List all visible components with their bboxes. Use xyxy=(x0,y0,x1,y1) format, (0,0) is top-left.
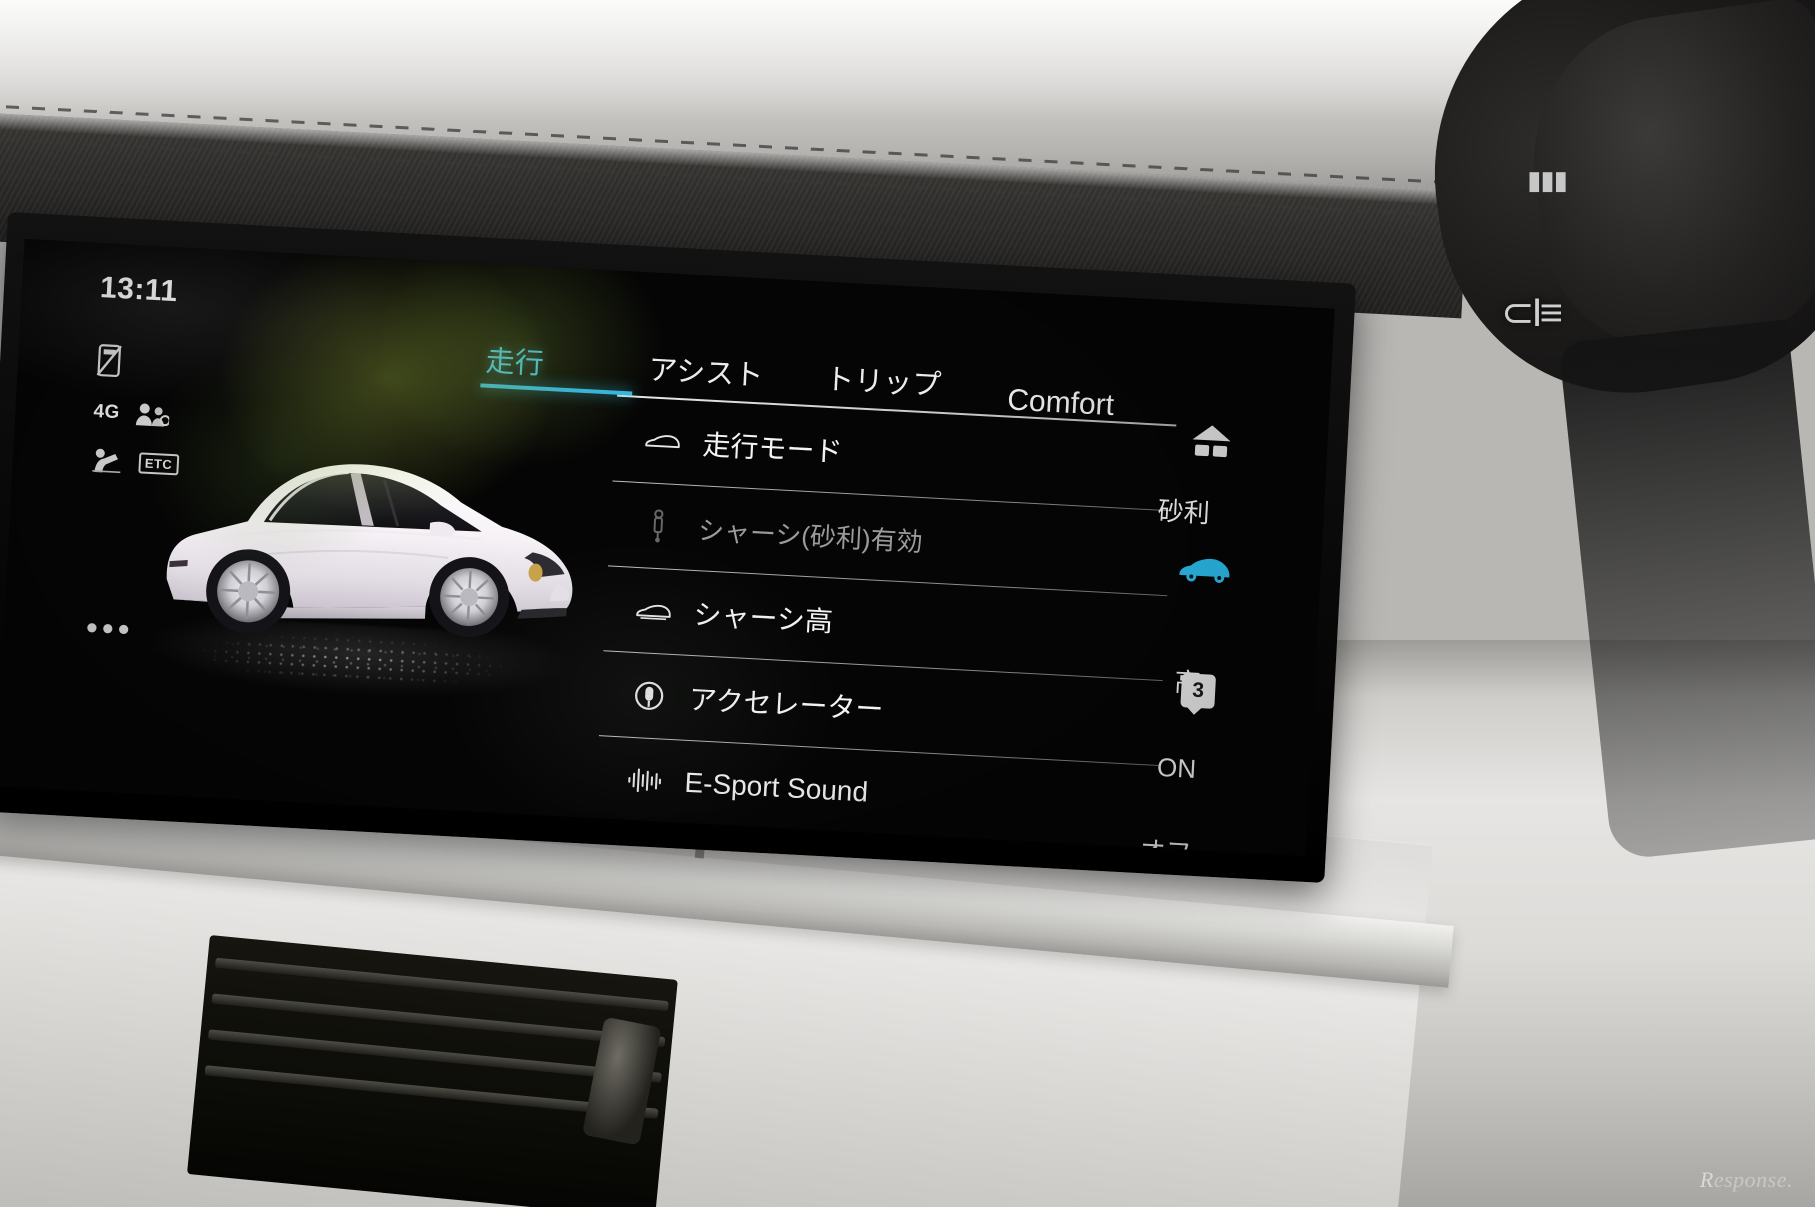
tab-assist[interactable]: アシスト xyxy=(648,346,765,394)
tab-trip[interactable]: トリップ xyxy=(824,356,942,404)
watermark-prefix: R xyxy=(1699,1167,1714,1192)
more-options-icon[interactable]: ••• xyxy=(85,609,135,649)
list-item-label: シャーシ(砂利)有効 xyxy=(697,514,924,557)
status-row-network: 4G xyxy=(93,399,244,433)
list-item-label: 走行モード xyxy=(701,429,844,468)
status-rail[interactable]: 3 xyxy=(1165,421,1241,795)
car-height-icon xyxy=(635,599,672,623)
status-row-phone xyxy=(95,343,247,385)
rail-item-vehicle[interactable] xyxy=(1176,552,1234,590)
screenshot-root: ▮▮▮ ⊂I≡ 13:11 4G ETC ••• 走行 アシスト トリップ Co… xyxy=(0,0,1815,1207)
etc-icon: ETC xyxy=(138,451,179,475)
network-4g-label: 4G xyxy=(92,400,121,424)
status-icon-group: 4G ETC xyxy=(90,343,247,481)
sound-wave-icon xyxy=(626,766,663,796)
list-item-label: E-Sport Sound xyxy=(683,766,869,808)
seatbelt-icon xyxy=(90,447,123,475)
notification-count-badge: 3 xyxy=(1180,673,1217,709)
display-screen[interactable]: 13:11 4G ETC ••• 走行 アシスト トリップ Comfort 走行… xyxy=(0,238,1335,856)
tab-comfort[interactable]: Comfort xyxy=(1006,383,1115,423)
rail-item-home[interactable] xyxy=(1182,421,1240,469)
air-vent xyxy=(186,935,678,1207)
pedal-icon xyxy=(630,679,668,713)
steering-wheel-button-top[interactable]: ▮▮▮ xyxy=(1527,165,1568,196)
shock-absorber-icon xyxy=(639,508,677,544)
headlight-control-icon[interactable]: ⊂I≡ xyxy=(1501,290,1563,336)
rail-item-notifications[interactable]: 3 xyxy=(1169,673,1227,710)
status-column: 13:11 4G ETC xyxy=(89,271,251,503)
tab-driving[interactable]: 走行 xyxy=(485,338,545,383)
list-item-label: シャーシ高 xyxy=(692,599,834,638)
infotainment-display[interactable]: 13:11 4G ETC ••• 走行 アシスト トリップ Comfort 走行… xyxy=(0,212,1357,883)
status-row-seatbelt-etc: ETC xyxy=(90,447,241,481)
watermark-text: esponse. xyxy=(1713,1167,1793,1192)
settings-list[interactable]: 走行モード 砂利 シャーシ(砂利)有効 シャーシ高 アクセレーター ON E-S… xyxy=(594,394,1210,856)
watermark: Response. xyxy=(1700,1167,1793,1193)
car-side-icon xyxy=(644,430,681,452)
passengers-icon xyxy=(135,401,171,429)
home-icon xyxy=(1188,421,1234,468)
phone-off-icon xyxy=(95,343,123,378)
list-item-label: アクセレーター xyxy=(688,683,885,726)
car-icon xyxy=(1176,552,1234,590)
clock: 13:11 xyxy=(99,271,179,309)
